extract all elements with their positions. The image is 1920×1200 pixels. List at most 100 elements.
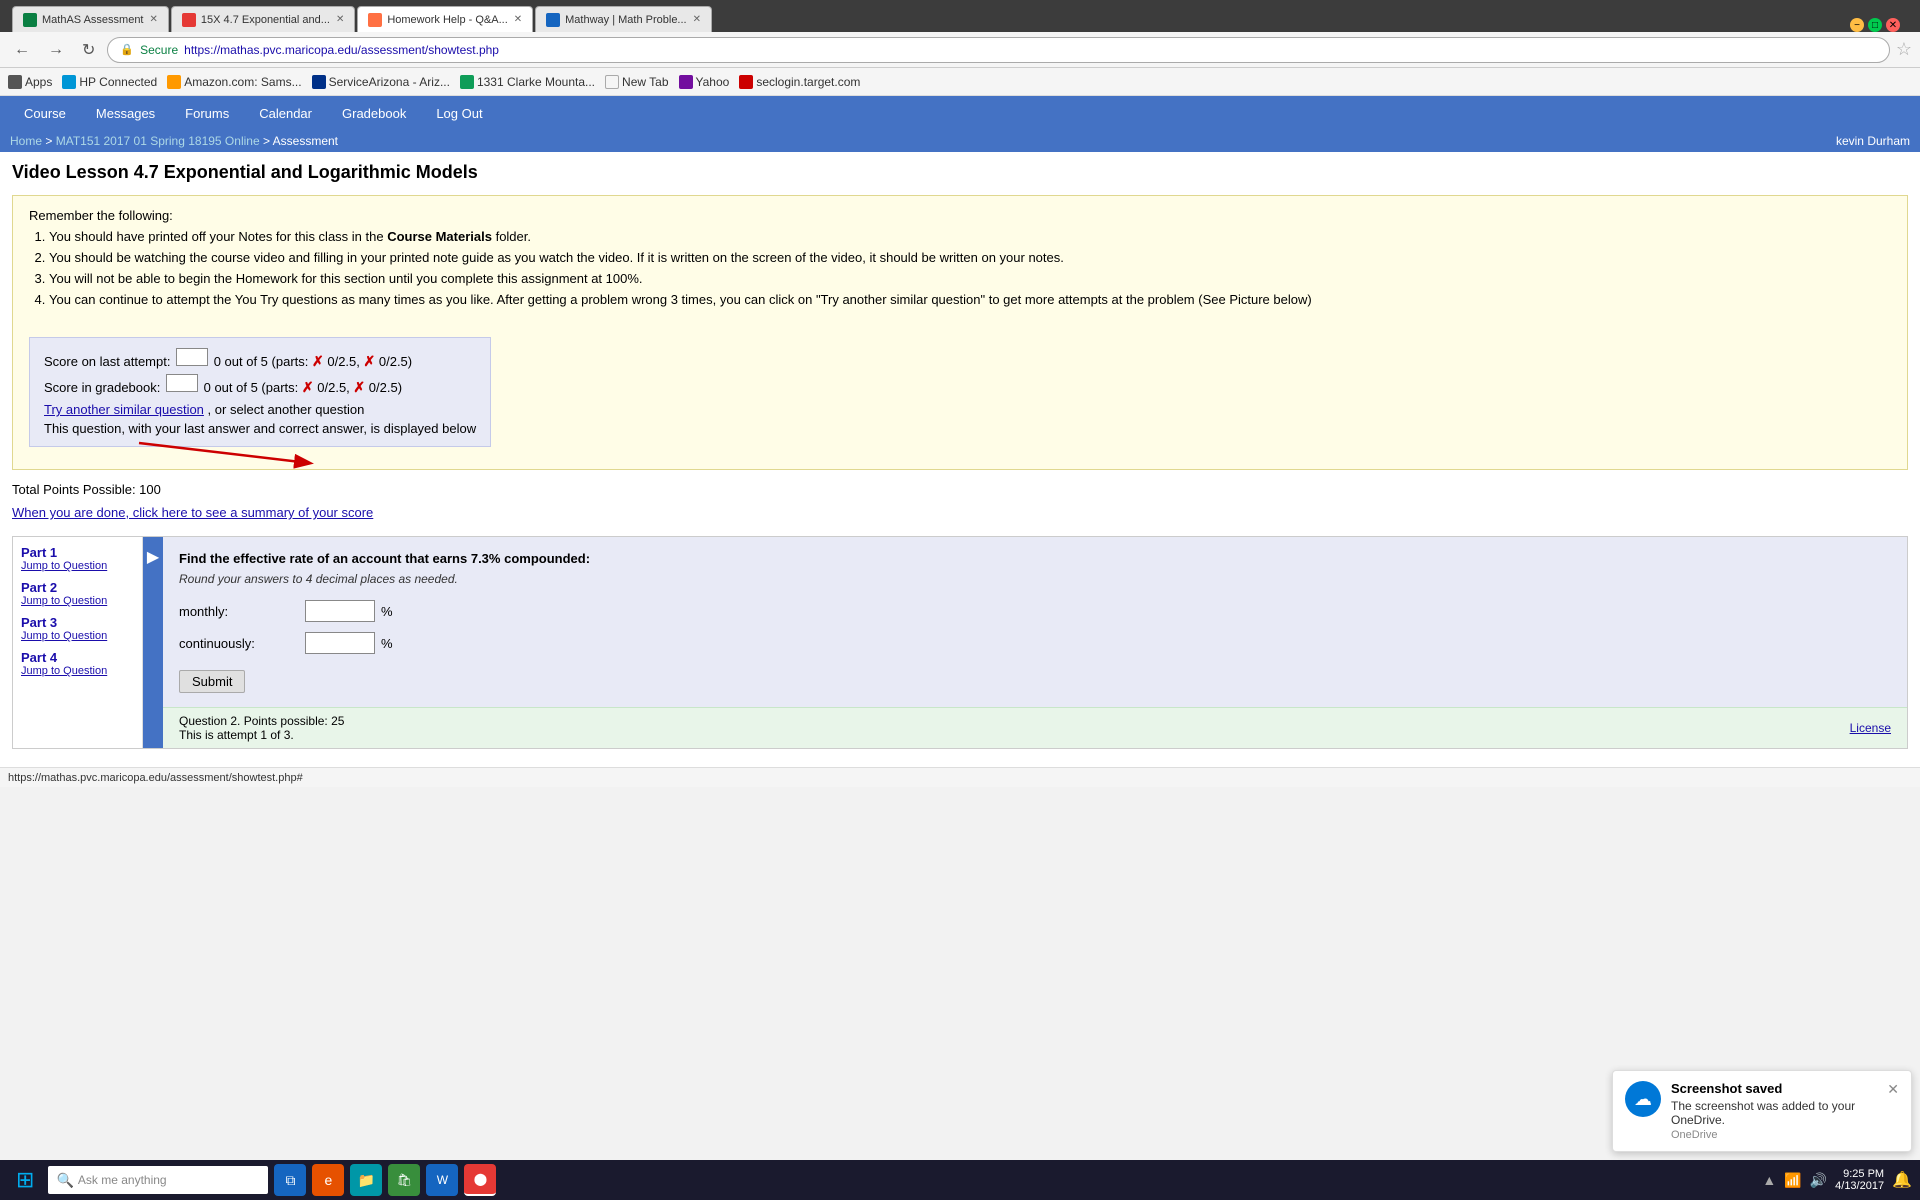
bookmark-amazon[interactable]: Amazon.com: Sams...: [167, 75, 301, 89]
part-3-jump[interactable]: Jump to Question: [21, 630, 134, 642]
breadcrumb: Home > MAT151 2017 01 Spring 18195 Onlin…: [10, 134, 338, 148]
part-3-label[interactable]: Part 3: [21, 615, 134, 630]
taskbar-explorer[interactable]: 📁: [350, 1164, 382, 1196]
tab-mathas[interactable]: MathAS Assessment ✕: [12, 6, 169, 32]
instructions-box: Remember the following: You should have …: [12, 195, 1908, 470]
toast-source: OneDrive: [1671, 1129, 1877, 1141]
or-select-text: , or select another question: [208, 402, 365, 417]
nav-forums[interactable]: Forums: [171, 100, 243, 127]
score-gradebook-label: Score in gradebook:: [44, 380, 160, 395]
breadcrumb-course[interactable]: MAT151 2017 01 Spring 18195 Online: [56, 134, 260, 148]
part-1-jump[interactable]: Jump to Question: [21, 560, 134, 572]
tab-homework[interactable]: Homework Help - Q&A... ✕: [357, 6, 533, 32]
license-link[interactable]: License: [1850, 721, 1891, 735]
word-icon: W: [437, 1173, 448, 1187]
tab-15x[interactable]: 15X 4.7 Exponential and... ✕: [171, 6, 355, 32]
nav-calendar[interactable]: Calendar: [245, 100, 326, 127]
continuously-input[interactable]: [305, 632, 375, 654]
bookmark-hp-label: HP Connected: [79, 75, 157, 89]
continuously-row: continuously: %: [179, 632, 1891, 654]
tab-mathway[interactable]: Mathway | Math Proble... ✕: [535, 6, 712, 32]
nav-logout[interactable]: Log Out: [422, 100, 496, 127]
part-1-label[interactable]: Part 1: [21, 545, 134, 560]
bookmark-service[interactable]: ServiceArizona - Ariz...: [312, 75, 450, 89]
taskbar-word[interactable]: W: [426, 1164, 458, 1196]
tab-close-mathway[interactable]: ✕: [693, 14, 701, 25]
part-2-jump[interactable]: Jump to Question: [21, 595, 134, 607]
monthly-row: monthly: %: [179, 600, 1891, 622]
tab-label-homework: Homework Help - Q&A...: [387, 14, 507, 26]
part-4-jump[interactable]: Jump to Question: [21, 665, 134, 677]
score-last-row: Score on last attempt: 0 out of 5 (parts…: [44, 348, 476, 370]
forward-button[interactable]: →: [42, 39, 70, 61]
bookmark-1331[interactable]: 1331 Clarke Mounta...: [460, 75, 595, 89]
secure-label: Secure: [140, 43, 178, 57]
tab-favicon-homework: [368, 13, 382, 27]
yahoo-icon: [679, 75, 693, 89]
part-1-nav: Part 1 Jump to Question: [21, 545, 134, 572]
taskbar-store[interactable]: 🛍: [388, 1164, 420, 1196]
parts-score-4: 0/2.5): [369, 380, 402, 395]
x-mark-1: ✗: [312, 353, 324, 369]
question-content: Find the effective rate of an account th…: [163, 537, 1907, 707]
bookmark-sec[interactable]: seclogin.target.com: [739, 75, 860, 89]
chrome-icon: ⬤: [474, 1172, 487, 1186]
x-mark-2: ✗: [364, 353, 376, 369]
taskbar-edge[interactable]: e: [312, 1164, 344, 1196]
summary-link[interactable]: When you are done, click here to see a s…: [12, 505, 373, 520]
toast-notification: ☁ Screenshot saved The screenshot was ad…: [1612, 1070, 1912, 1152]
part-2-label[interactable]: Part 2: [21, 580, 134, 595]
question-points: Question 2. Points possible: 25: [179, 714, 344, 728]
taskbar-task-view[interactable]: ⧉: [274, 1164, 306, 1196]
bookmark-hp[interactable]: HP Connected: [62, 75, 157, 89]
search-bar[interactable]: 🔍 Ask me anything: [48, 1166, 268, 1194]
try-similar-link[interactable]: Try another similar question: [44, 402, 204, 417]
parts-score-3: 0/2.5,: [317, 380, 350, 395]
search-icon: 🔍: [56, 1172, 73, 1189]
site-nav: Course Messages Forums Calendar Gradeboo…: [0, 96, 1920, 130]
nav-messages[interactable]: Messages: [82, 100, 169, 127]
part-4-label[interactable]: Part 4: [21, 650, 134, 665]
score-last-input: [176, 348, 208, 366]
taskbar-chrome[interactable]: ⬤: [464, 1164, 496, 1196]
close-button[interactable]: ✕: [1886, 18, 1900, 32]
tab-close-homework[interactable]: ✕: [514, 14, 522, 25]
question-text: Find the effective rate of an account th…: [179, 551, 1891, 566]
tab-close-15x[interactable]: ✕: [336, 14, 344, 25]
parts-score-1: 0/2.5,: [327, 354, 360, 369]
continuously-percent: %: [381, 636, 393, 651]
expand-arrow[interactable]: ▶: [143, 537, 163, 748]
toast-close-button[interactable]: ✕: [1887, 1081, 1899, 1098]
bookmark-yahoo[interactable]: Yahoo: [679, 75, 730, 89]
bookmark-star[interactable]: ☆: [1896, 39, 1912, 60]
notifications-icon[interactable]: 🔔: [1892, 1170, 1912, 1190]
score-last-label: Score on last attempt:: [44, 354, 170, 369]
bookmark-newtab-label: New Tab: [622, 75, 668, 89]
maximize-button[interactable]: □: [1868, 18, 1882, 32]
window-controls: − □ ✕: [1850, 18, 1900, 32]
start-button[interactable]: ⊞: [8, 1163, 42, 1197]
url-display: https://mathas.pvc.maricopa.edu/assessme…: [184, 43, 499, 57]
breadcrumb-home[interactable]: Home: [10, 134, 42, 148]
nav-gradebook[interactable]: Gradebook: [328, 100, 420, 127]
taskbar-left: ⊞ 🔍 Ask me anything ⧉ e 📁 🛍 W ⬤: [8, 1163, 496, 1197]
minimize-button[interactable]: −: [1850, 18, 1864, 32]
bookmark-newtab[interactable]: New Tab: [605, 75, 668, 89]
secure-icon: 🔒: [120, 43, 134, 56]
bookmark-apps[interactable]: Apps: [8, 75, 52, 89]
sec-icon: [739, 75, 753, 89]
instruction-1: You should have printed off your Notes f…: [49, 229, 1891, 244]
tab-close-mathas[interactable]: ✕: [150, 14, 158, 25]
monthly-input[interactable]: [305, 600, 375, 622]
user-name: kevin Durham: [1836, 134, 1910, 148]
hp-icon: [62, 75, 76, 89]
newtab-icon: [605, 75, 619, 89]
address-bar[interactable]: 🔒 Secure https://mathas.pvc.maricopa.edu…: [107, 37, 1889, 63]
back-button[interactable]: ←: [8, 39, 36, 61]
search-placeholder: Ask me anything: [78, 1173, 167, 1187]
reload-button[interactable]: ↻: [76, 38, 101, 62]
taskbar-time: 9:25 PM: [1835, 1168, 1884, 1180]
submit-button[interactable]: Submit: [179, 670, 245, 693]
nav-course[interactable]: Course: [10, 100, 80, 127]
question-panel: Find the effective rate of an account th…: [163, 537, 1907, 748]
